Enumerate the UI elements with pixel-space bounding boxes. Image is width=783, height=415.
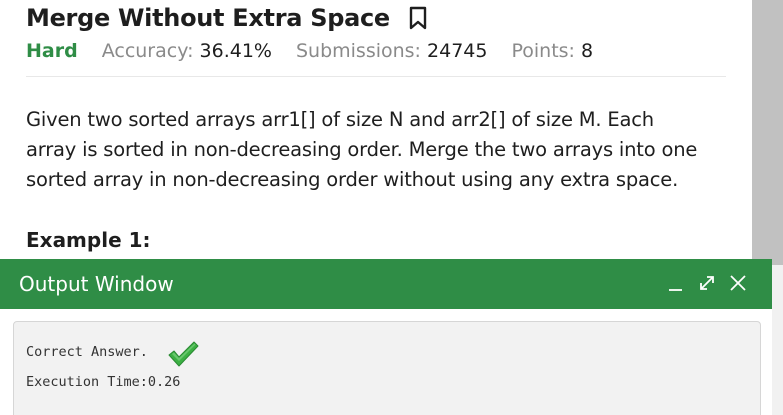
- checkmark-icon: [168, 341, 199, 367]
- execution-time: Execution Time:0.26: [26, 374, 181, 390]
- problem-title: Merge Without Extra Space: [26, 4, 390, 32]
- submissions-stat: Submissions: 24745: [296, 40, 488, 62]
- description-line: sorted array in non-decreasing order wit…: [26, 168, 679, 191]
- output-window: Output Window Correct Answer. Execution …: [0, 259, 772, 415]
- result-text: Correct Answer.: [26, 344, 148, 360]
- scrollbar-thumb[interactable]: [752, 0, 783, 265]
- example-heading: Example 1:: [26, 228, 151, 252]
- close-icon[interactable]: [728, 273, 748, 293]
- submissions-label: Submissions:: [295, 40, 421, 62]
- points-value: 8: [581, 40, 594, 62]
- points-stat: Points: 8: [511, 40, 593, 62]
- problem-description: Given two sorted arrays arr1[] of size N…: [26, 105, 731, 195]
- points-label: Points:: [511, 40, 575, 62]
- submissions-value: 24745: [427, 40, 488, 62]
- output-window-header[interactable]: Output Window: [0, 259, 772, 309]
- accuracy-stat: Accuracy: 36.41%: [102, 40, 272, 62]
- difficulty-badge: Hard: [26, 40, 78, 62]
- problem-meta: Hard Accuracy: 36.41% Submissions: 24745…: [26, 40, 617, 62]
- minimize-icon[interactable]: [666, 273, 686, 293]
- bookmark-icon[interactable]: [408, 6, 428, 30]
- accuracy-label: Accuracy:: [101, 40, 194, 62]
- description-line: Given two sorted arrays arr1[] of size N…: [26, 108, 654, 131]
- divider: [26, 76, 726, 77]
- output-console: Correct Answer. Execution Time:0.26: [13, 321, 761, 415]
- title-row: Merge Without Extra Space: [26, 4, 428, 32]
- accuracy-value: 36.41%: [199, 40, 272, 62]
- expand-icon[interactable]: [697, 273, 717, 293]
- output-window-title: Output Window: [19, 272, 174, 296]
- description-line: array is sorted in non-decreasing order.…: [26, 138, 698, 161]
- page: Merge Without Extra Space Hard Accuracy:…: [0, 0, 783, 415]
